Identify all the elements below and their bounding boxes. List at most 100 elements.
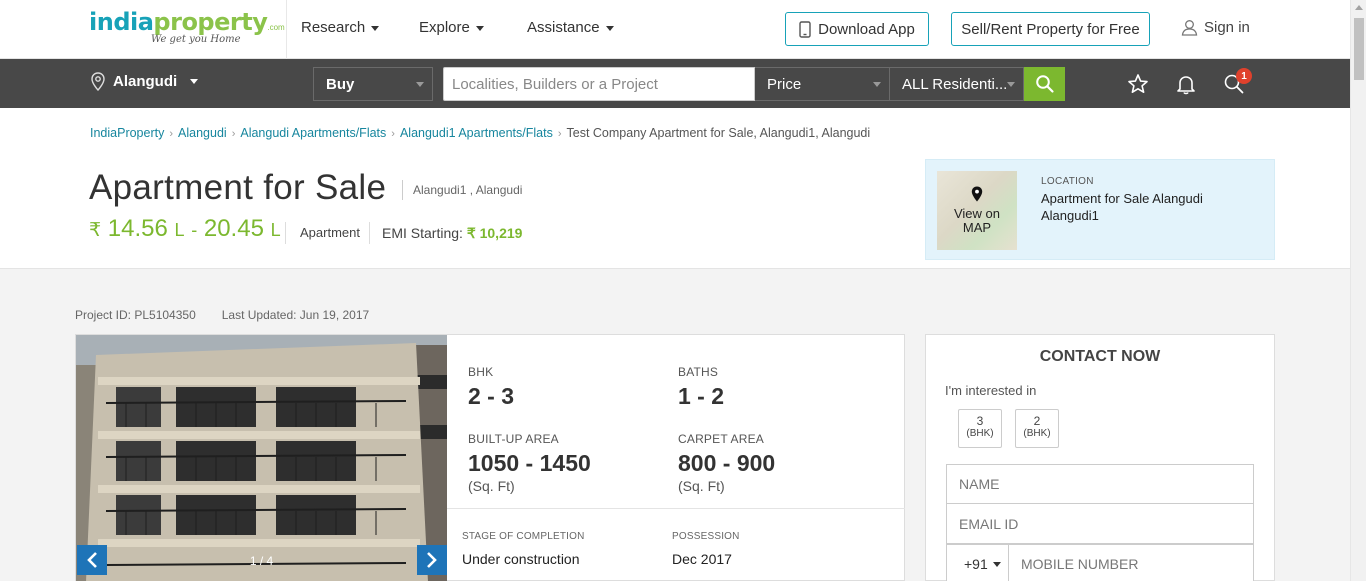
- mobile-field[interactable]: [1008, 544, 1254, 581]
- listing-header: IndiaProperty › Alangudi › Alangudi Apartmen…: [0, 108, 1350, 269]
- scrollbar-thumb[interactable]: [1354, 18, 1364, 80]
- breadcrumb-item[interactable]: Alangudi Apartments/Flats: [240, 126, 386, 140]
- contact-form: CONTACT NOW I'm interested in 3 (BHK) 2 …: [925, 334, 1275, 581]
- chevron-down-icon: [873, 82, 881, 87]
- stage-label: STAGE OF COMPLETION: [462, 531, 585, 542]
- last-updated: Last Updated: Jun 19, 2017: [221, 308, 370, 322]
- star-icon: [1128, 74, 1148, 93]
- nav-explore[interactable]: Explore: [419, 19, 484, 36]
- country-code-select[interactable]: +91: [946, 544, 1009, 581]
- stage-value: Under construction: [462, 551, 580, 567]
- builtup-label: BUILT-UP AREA: [468, 432, 559, 446]
- logo-suffix: .com: [267, 23, 285, 32]
- search-input[interactable]: [443, 67, 755, 101]
- signin-label: Sign in: [1204, 19, 1250, 36]
- property-type-label: ALL Residenti...: [902, 75, 1008, 93]
- bhk-option-unit: (BHK): [1023, 428, 1051, 439]
- map-label-line2: MAP: [962, 220, 992, 235]
- emi-label: EMI Starting:: [382, 225, 463, 241]
- property-photo[interactable]: 1 / 4: [76, 335, 447, 581]
- breadcrumb: IndiaProperty › Alangudi › Alangudi Apartmen…: [90, 126, 870, 140]
- chevron-right-icon: ›: [557, 128, 562, 140]
- builtup-unit: (Sq. Ft): [468, 478, 515, 494]
- price-unit: L: [270, 220, 281, 240]
- price-unit: L: [174, 220, 185, 240]
- signin-link[interactable]: Sign in: [1181, 19, 1250, 36]
- bhk-option-2[interactable]: 2 (BHK): [1015, 409, 1059, 448]
- top-header: indiaproperty.com We get you Home Resear…: [0, 0, 1350, 59]
- property-type-select[interactable]: ALL Residenti...: [889, 67, 1024, 101]
- chevron-down-icon: [475, 25, 484, 31]
- chevron-down-icon: [992, 561, 1001, 567]
- page-scrollbar[interactable]: [1350, 0, 1366, 581]
- price-min: 14.56: [107, 215, 168, 242]
- city-selector[interactable]: Alangudi: [90, 72, 199, 91]
- logo-text-india: india: [89, 8, 154, 36]
- chevron-right-icon: ›: [231, 128, 236, 140]
- bhk-label: BHK: [468, 365, 494, 379]
- logo-tagline: We get you Home: [151, 34, 241, 45]
- sell-rent-label: Sell/Rent Property for Free: [961, 20, 1140, 38]
- baths-label: BATHS: [678, 365, 719, 379]
- bhk-option-unit: (BHK): [966, 428, 994, 439]
- gallery-next-button[interactable]: [417, 545, 447, 575]
- emi-info: EMI Starting: ₹ 10,219: [369, 222, 522, 244]
- breadcrumb-item[interactable]: Alangudi1 Apartments/Flats: [400, 126, 553, 140]
- nav-assistance[interactable]: Assistance: [527, 19, 614, 36]
- price-separator: -: [191, 220, 198, 240]
- price-max: 20.45: [203, 215, 264, 242]
- scroll-up-arrow-icon[interactable]: [1355, 5, 1363, 10]
- contact-heading: CONTACT NOW: [1039, 348, 1161, 365]
- breadcrumb-item[interactable]: Alangudi: [178, 126, 227, 140]
- chevron-right-icon: ›: [391, 128, 395, 140]
- listing-meta: Project ID: PL5104350 Last Updated: Jun 1…: [75, 308, 369, 322]
- nav-research[interactable]: Research: [301, 19, 380, 36]
- email-field[interactable]: [946, 504, 1254, 544]
- sell-rent-button[interactable]: Sell/Rent Property for Free: [951, 12, 1150, 46]
- property-type-tag: Apartment: [285, 222, 360, 244]
- builtup-value: 1050 - 1450: [468, 450, 591, 476]
- location-pin-icon: [91, 72, 105, 91]
- chevron-right-icon: [427, 552, 437, 568]
- notification-badge: 1: [1236, 68, 1252, 84]
- bhk-option-value: 3: [976, 414, 984, 428]
- logo-text-property: property: [153, 8, 268, 36]
- nav-research-label: Research: [301, 19, 366, 36]
- breadcrumb-current: Test Company Apartment for Sale, Alangud…: [566, 126, 871, 140]
- gallery-counter: 1 / 4: [249, 554, 274, 568]
- price-range: ₹ 14.56 L - 20.45 L: [89, 215, 281, 243]
- city-label: Alangudi: [113, 73, 178, 90]
- download-app-label: Download App: [818, 20, 915, 38]
- chevron-down-icon: [190, 79, 199, 84]
- price-label: Price: [767, 75, 802, 93]
- location-card: View on MAP LOCATION Apartment for Sale …: [925, 159, 1275, 260]
- chevron-down-icon: [605, 25, 614, 31]
- bhk-option-3[interactable]: 3 (BHK): [958, 409, 1002, 448]
- chevron-down-icon: [1007, 82, 1015, 87]
- shortlist-button[interactable]: [1126, 72, 1150, 96]
- name-field[interactable]: [946, 464, 1254, 504]
- mobile-phone-icon: [799, 20, 811, 38]
- page-title: Apartment for Sale: [89, 168, 387, 207]
- project-id: Project ID: PL5104350: [75, 308, 196, 322]
- map-marker-icon: [971, 186, 983, 202]
- location-heading: LOCATION: [1041, 176, 1094, 187]
- bhk-option-value: 2: [1033, 414, 1041, 428]
- price-select[interactable]: Price: [755, 67, 890, 101]
- view-on-map-button[interactable]: View on MAP: [937, 171, 1017, 250]
- carpet-unit: (Sq. Ft): [678, 478, 725, 494]
- location-value: Apartment for Sale Alangudi Alangudi1: [1041, 191, 1203, 223]
- search-icon: [1035, 75, 1054, 93]
- search-bar: Alangudi Buy Price ALL Residenti...: [0, 59, 1350, 108]
- country-code-value: +91: [964, 556, 988, 572]
- notifications-button[interactable]: [1174, 72, 1198, 96]
- spec-divider: [447, 508, 905, 509]
- listing-sublocation: Alangudi1 , Alangudi: [402, 180, 522, 200]
- site-logo[interactable]: indiaproperty.com We get you Home: [89, 8, 285, 52]
- download-app-button[interactable]: Download App: [785, 12, 929, 46]
- building-image: [76, 335, 447, 581]
- search-submit-button[interactable]: [1024, 67, 1065, 101]
- breadcrumb-item[interactable]: IndiaProperty: [90, 126, 164, 140]
- buy-rent-select[interactable]: Buy: [313, 67, 433, 101]
- map-label-line1: View on: [953, 206, 1000, 221]
